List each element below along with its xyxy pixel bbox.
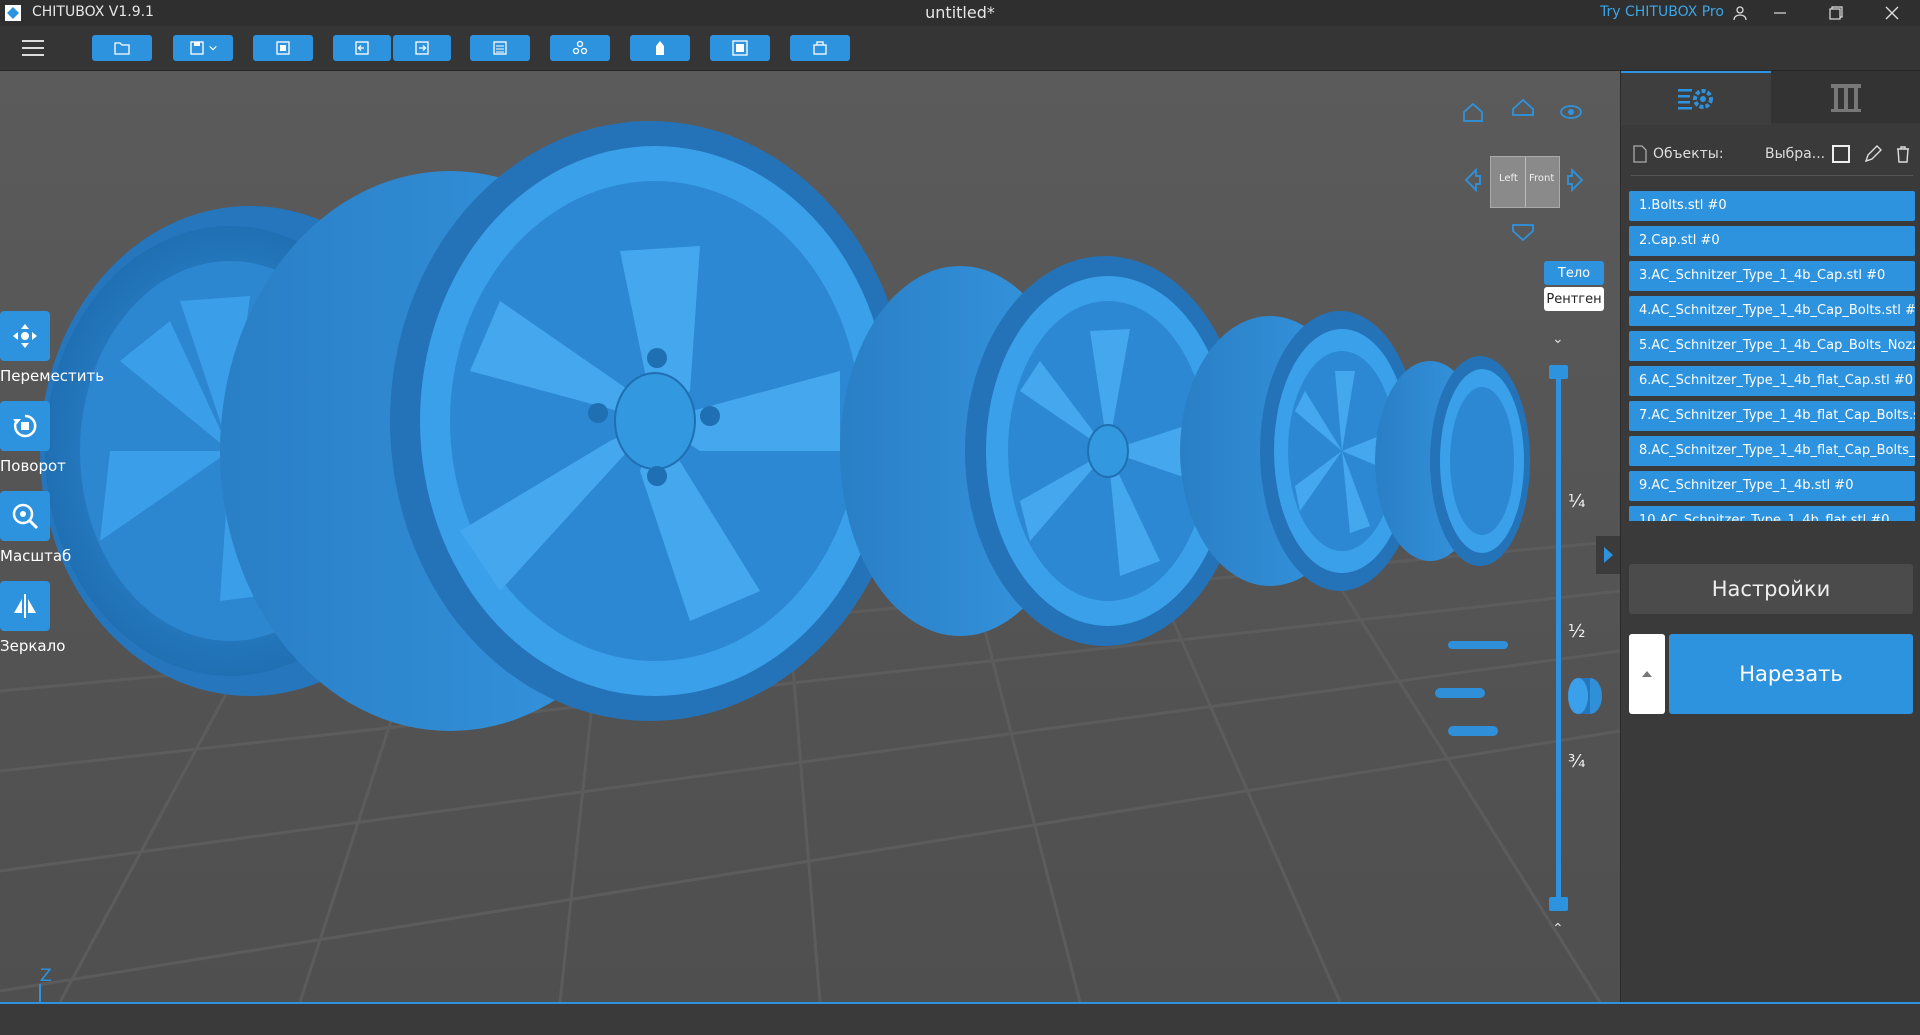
move-icon [0, 311, 50, 361]
close-button[interactable] [1870, 0, 1914, 26]
import-button[interactable] [253, 35, 313, 61]
tab-print-settings[interactable] [1621, 71, 1771, 125]
mirror-tool[interactable]: Зеркало [0, 581, 110, 655]
top-view-icon[interactable] [1510, 95, 1536, 121]
layout-button[interactable] [550, 35, 610, 61]
title-bar: CHITUBOX V1.9.1 untitled* Try CHITUBOX P… [0, 0, 1920, 26]
object-item[interactable]: 3.AC_Schnitzer_Type_1_4b_Cap.stl #0 [1629, 261, 1915, 291]
support-button[interactable] [630, 35, 690, 61]
build-plate-scene [0, 121, 1620, 1002]
object-item[interactable]: 4.AC_Schnitzer_Type_1_4b_Cap_Bolts.stl #… [1629, 296, 1915, 326]
hamburger-menu-icon[interactable] [20, 36, 46, 60]
axis-gizmo: Z Y X [10, 966, 90, 1002]
save-button[interactable] [173, 35, 233, 61]
mirror-tool-label: Зеркало [0, 637, 66, 655]
user-account-icon[interactable] [1718, 0, 1762, 26]
eye-icon[interactable] [1558, 99, 1584, 125]
slice-preview-button[interactable] [470, 35, 530, 61]
layer-slider-top-handle[interactable] [1549, 365, 1568, 379]
view-cube-front[interactable]: Front [1529, 173, 1554, 184]
chevron-down-icon [209, 45, 217, 51]
select-all-label: Выбра... [1765, 146, 1826, 162]
right-view-arrow-icon[interactable] [1562, 167, 1588, 193]
slice-options-toggle[interactable] [1629, 634, 1665, 714]
layer-up-chevron-icon[interactable]: ⌄ [1552, 331, 1564, 347]
layer-marker-half: ½ [1568, 621, 1586, 642]
move-tool-label: Переместить [0, 367, 105, 385]
open-file-button[interactable] [92, 35, 152, 61]
axis-z-label: Z [40, 966, 52, 986]
small-parts[interactable] [1435, 641, 1602, 736]
try-pro-link[interactable]: Try CHITUBOX Pro [1600, 4, 1724, 20]
rotate-tool[interactable]: Поворот [0, 401, 110, 475]
panel-collapse-toggle[interactable] [1596, 536, 1620, 574]
undo-icon [355, 41, 369, 55]
wheel-model-5[interactable] [1375, 356, 1530, 566]
restore-button[interactable] [1814, 0, 1858, 26]
select-all-checkbox[interactable] [1831, 144, 1851, 164]
view-cube-left[interactable]: Left [1499, 173, 1518, 184]
status-bar [0, 1002, 1920, 1035]
right-panel: Объекты: Выбра... 1.Bolts.stl #0 2.Cap.s… [1620, 71, 1920, 1002]
layout-icon [572, 40, 588, 55]
scale-icon [0, 491, 50, 541]
hollow-button[interactable] [710, 35, 770, 61]
settings-list-icon [1678, 89, 1713, 110]
object-item[interactable]: 10.AC_Schnitzer_Type_1_4b_flat.stl #0 [1629, 506, 1915, 521]
settings-button[interactable]: Настройки [1629, 564, 1913, 614]
import-icon [276, 41, 290, 55]
rotate-icon [0, 401, 50, 451]
left-view-arrow-icon[interactable] [1460, 167, 1486, 193]
bottom-view-icon[interactable] [1510, 219, 1536, 245]
mirror-icon [0, 581, 50, 631]
export-button[interactable] [790, 35, 850, 61]
object-item[interactable]: 5.AC_Schnitzer_Type_1_4b_Cap_Bolts_Nozzl… [1629, 331, 1915, 361]
layer-slider-track[interactable] [1556, 371, 1561, 911]
document-icon [1633, 145, 1647, 163]
scale-tool-label: Масштаб [0, 547, 72, 565]
render-mode-xray[interactable]: Рентген [1544, 287, 1604, 311]
objects-header: Объекты: Выбра... [1631, 143, 1913, 167]
minimize-button[interactable] [1758, 0, 1802, 26]
home-view-icon[interactable] [1460, 99, 1486, 125]
redo-button[interactable] [393, 35, 451, 61]
caret-up-icon [1642, 671, 1652, 677]
undo-button[interactable] [333, 35, 391, 61]
objects-list[interactable]: 1.Bolts.stl #0 2.Cap.stl #0 3.AC_Schnitz… [1629, 191, 1915, 521]
move-tool[interactable]: Переместить [0, 311, 110, 385]
open-file-icon [114, 42, 130, 55]
objects-label: Объекты: [1653, 146, 1724, 162]
view-cube[interactable]: Left Front [1490, 156, 1560, 208]
object-item[interactable]: 6.AC_Schnitzer_Type_1_4b_flat_Cap.stl #0 [1629, 366, 1915, 396]
layer-down-chevron-icon[interactable]: ⌃ [1552, 921, 1564, 937]
object-item[interactable]: 8.AC_Schnitzer_Type_1_4b_flat_Cap_Bolts_… [1629, 436, 1915, 466]
support-pillars-icon [1831, 84, 1861, 112]
wheel-model-2[interactable] [220, 121, 910, 731]
slice-preview-icon [493, 41, 507, 55]
layer-marker-quarter: ¼ [1568, 491, 1586, 512]
object-item[interactable]: 2.Cap.stl #0 [1629, 226, 1915, 256]
tab-support-settings[interactable] [1771, 71, 1920, 123]
render-mode-solid[interactable]: Тело [1544, 261, 1604, 285]
trash-icon[interactable] [1893, 144, 1913, 164]
layer-slider-bottom-handle[interactable] [1549, 897, 1568, 911]
scale-tool[interactable]: Масштаб [0, 491, 110, 565]
object-item[interactable]: 9.AC_Schnitzer_Type_1_4b.stl #0 [1629, 471, 1915, 501]
3d-viewport[interactable]: Переместить Поворот Масштаб Зеркало Left… [0, 71, 1620, 1002]
main-toolbar [0, 26, 1920, 71]
edit-icon[interactable] [1863, 144, 1883, 164]
save-icon [190, 41, 204, 55]
object-item[interactable]: 7.AC_Schnitzer_Type_1_4b_flat_Cap_Bolts.… [1629, 401, 1915, 431]
support-icon [656, 41, 664, 55]
rotate-tool-label: Поворот [0, 457, 66, 475]
slice-button[interactable]: Нарезать [1669, 634, 1913, 714]
export-icon [813, 41, 827, 55]
layer-marker-three-quarter: ¾ [1568, 751, 1586, 772]
object-item[interactable]: 1.Bolts.stl #0 [1629, 191, 1915, 221]
hollow-icon [732, 40, 748, 56]
redo-icon [415, 41, 429, 55]
